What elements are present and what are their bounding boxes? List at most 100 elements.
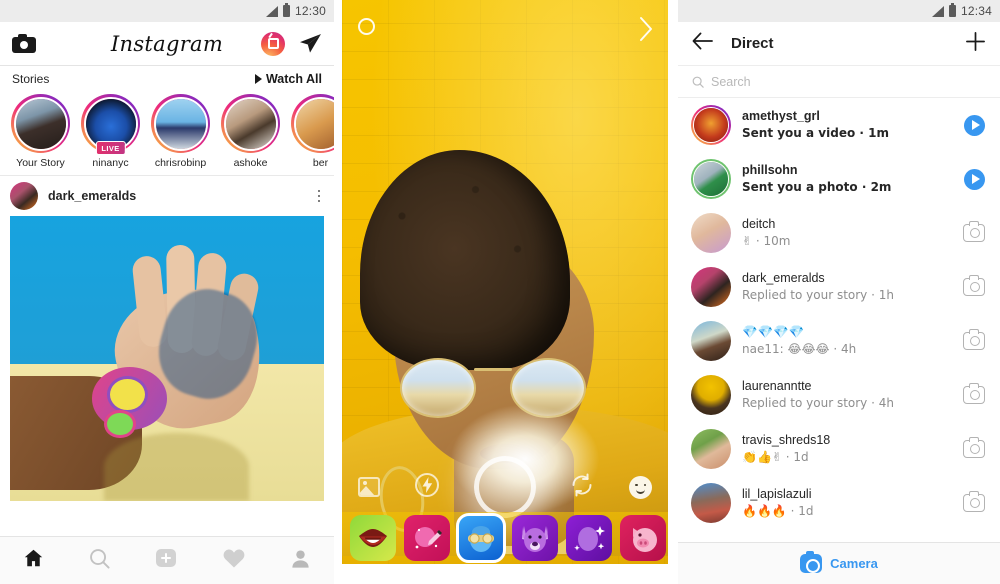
shutter-button[interactable] — [473, 456, 536, 518]
direct-thread-list[interactable]: amethyst_grl Sent you a video · 1m phill… — [678, 98, 1000, 554]
battery-icon — [282, 3, 290, 17]
camera-icon[interactable] — [963, 490, 985, 512]
filter-carousel[interactable] — [342, 512, 668, 564]
camera-icon[interactable] — [963, 328, 985, 350]
search-input[interactable]: Search — [678, 66, 1000, 98]
camera-icon[interactable] — [12, 34, 36, 53]
watch-all-button[interactable]: Watch All — [254, 72, 322, 86]
post-image[interactable] — [10, 216, 324, 501]
profile-icon[interactable] — [289, 547, 312, 575]
camera-icon[interactable] — [963, 220, 985, 242]
avatar[interactable] — [691, 213, 731, 253]
story-ring — [151, 94, 210, 153]
avatar[interactable] — [691, 267, 731, 307]
dog-filter[interactable] — [512, 515, 558, 561]
more-options-icon[interactable] — [314, 186, 325, 207]
list-item[interactable]: 💎💎💎💎 nae11: 😂😂😂 · 4h — [678, 314, 1000, 368]
story-ring — [221, 94, 280, 153]
search-icon[interactable] — [88, 547, 111, 575]
thread-preview: 👏👍✌ · 1d — [742, 450, 809, 465]
feed-app-bar: Instagram — [0, 22, 334, 66]
instagram-feed-screen: 12:30 Instagram Stories Watch All Your S… — [0, 0, 334, 584]
activity-heart-icon[interactable] — [222, 547, 246, 574]
camera-bottom-spacer — [342, 564, 668, 584]
gallery-icon[interactable] — [358, 477, 380, 497]
thread-username: amethyst_grl — [742, 109, 820, 124]
camera-icon — [800, 551, 823, 573]
home-icon[interactable] — [22, 547, 45, 574]
list-item[interactable]: deitch ✌ · 10m — [678, 206, 1000, 260]
story-username: chrisrobinp — [154, 157, 207, 169]
add-post-icon[interactable] — [154, 546, 178, 575]
story-username: Your Story — [16, 157, 65, 169]
camera-settings-icon[interactable] — [358, 18, 375, 35]
avatar[interactable] — [691, 159, 731, 199]
flash-icon[interactable] — [414, 472, 440, 503]
story-item-ashoke[interactable]: ashoke — [220, 94, 281, 169]
story-item-ber[interactable]: ber — [290, 94, 334, 169]
camera-icon[interactable] — [963, 274, 985, 296]
play-button[interactable] — [963, 168, 985, 190]
status-bar-time: 12:34 — [960, 4, 992, 18]
list-item[interactable]: phillsohn Sent you a photo · 2m — [678, 152, 1000, 206]
camera-footer-button[interactable]: Camera — [678, 542, 1000, 584]
camera-icon[interactable] — [963, 436, 985, 458]
avatar[interactable] — [691, 321, 731, 361]
stories-tray[interactable]: Your Story LIVE ninanyc chrisrobinp asho… — [0, 92, 334, 176]
list-item[interactable]: dark_emeralds Replied to your story · 1h — [678, 260, 1000, 314]
page-title: Direct — [731, 35, 774, 52]
play-button[interactable] — [963, 114, 985, 136]
avatar[interactable] — [691, 375, 731, 415]
avatar[interactable] — [691, 483, 731, 523]
sunglasses-filter[interactable] — [456, 513, 506, 563]
camera-footer-label: Camera — [830, 556, 878, 571]
search-icon — [692, 76, 704, 88]
camera-icon[interactable] — [963, 382, 985, 404]
post-username[interactable]: dark_emeralds — [48, 189, 136, 203]
story-username: ashoke — [233, 157, 268, 169]
lips-filter[interactable] — [350, 515, 396, 561]
back-arrow-icon[interactable] — [692, 32, 713, 55]
sparkle-filter[interactable] — [566, 515, 612, 561]
chevron-right-icon[interactable] — [638, 16, 654, 47]
three-phone-screenshots: 12:30 Instagram Stories Watch All Your S… — [0, 0, 1000, 584]
avatar[interactable] — [10, 182, 38, 210]
list-item[interactable]: laurenanntte Replied to your story · 4h — [678, 368, 1000, 422]
list-item[interactable]: travis_shreds18 👏👍✌ · 1d — [678, 422, 1000, 476]
thread-username: laurenanntte — [742, 379, 812, 394]
direct-app-bar: Direct — [678, 22, 1000, 66]
story-item-your-story[interactable]: Your Story — [10, 94, 71, 169]
thread-preview: 🔥🔥🔥 · 1d — [742, 504, 814, 519]
signal-icon — [265, 5, 278, 17]
plus-icon[interactable] — [965, 31, 986, 57]
send-icon[interactable] — [299, 33, 322, 54]
thread-username: 💎💎💎💎 — [742, 324, 805, 340]
list-item[interactable]: lil_lapislazuli 🔥🔥🔥 · 1d — [678, 476, 1000, 530]
camera-controls — [342, 456, 668, 518]
story-ring — [11, 94, 70, 153]
makeup-filter[interactable] — [404, 515, 450, 561]
thread-username: deitch — [742, 217, 776, 232]
thread-preview: Sent you a video · 1m — [742, 126, 889, 141]
thread-username: lil_lapislazuli — [742, 487, 812, 502]
flip-camera-icon[interactable] — [569, 472, 595, 503]
panel-divider-2 — [668, 0, 678, 584]
thread-preview: ✌ · 10m — [742, 234, 791, 249]
pig-filter[interactable] — [620, 515, 666, 561]
live-badge: LIVE — [95, 141, 126, 155]
igtv-icon[interactable] — [261, 31, 285, 56]
status-bar: 12:30 — [0, 0, 334, 22]
face-filter-icon[interactable] — [629, 475, 652, 499]
instagram-direct-screen: 12:34 Direct Search amethyst_grl Sent yo… — [678, 0, 1000, 584]
story-item-ninanyc[interactable]: LIVE ninanyc — [80, 94, 141, 169]
thread-preview: Replied to your story · 1h — [742, 288, 894, 303]
bottom-tab-bar[interactable] — [0, 536, 334, 584]
avatar[interactable] — [691, 429, 731, 469]
list-item[interactable]: amethyst_grl Sent you a video · 1m — [678, 98, 1000, 152]
battery-icon — [948, 3, 956, 17]
signal-icon — [931, 5, 944, 17]
avatar[interactable] — [691, 105, 731, 145]
thread-username: dark_emeralds — [742, 271, 825, 286]
story-item-chrisrobinp[interactable]: chrisrobinp — [150, 94, 211, 169]
search-placeholder: Search — [711, 74, 751, 89]
